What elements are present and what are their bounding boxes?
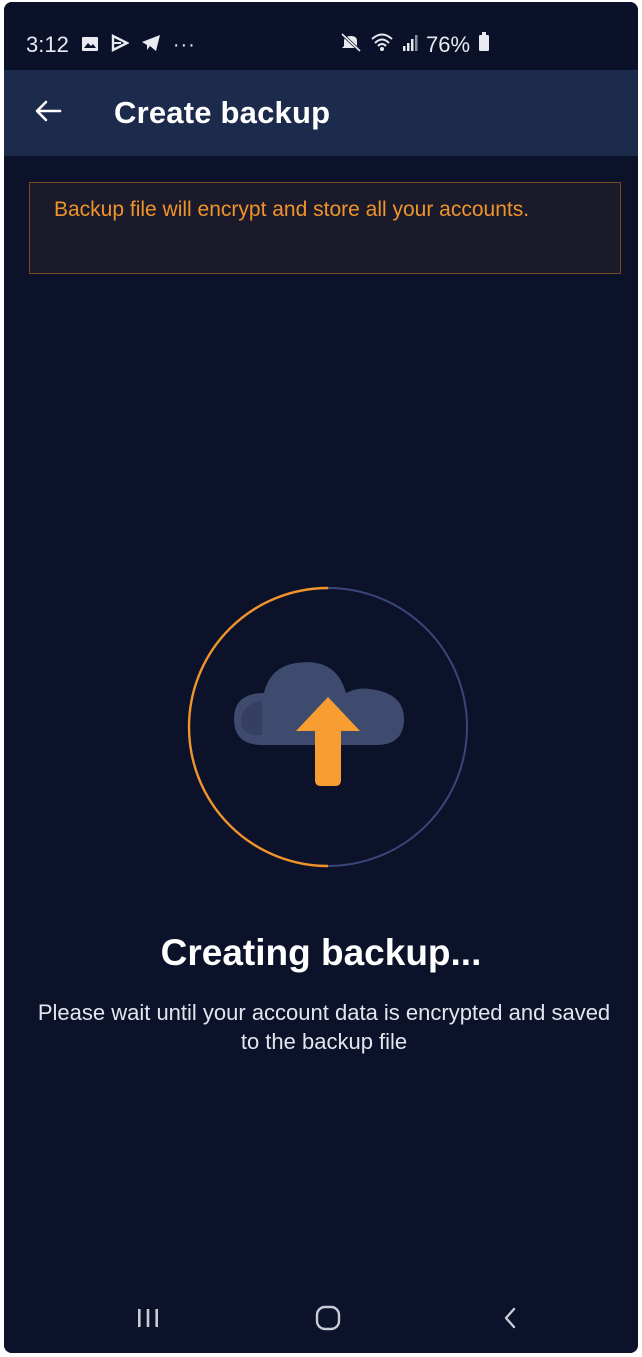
mute-icon [340, 32, 362, 58]
page-title: Create backup [114, 95, 331, 130]
info-notice: Backup file will encrypt and store all y… [29, 182, 621, 274]
creating-backup-message: Please wait until your account data is e… [37, 1000, 611, 1054]
status-left: 3:12 ··· [26, 32, 196, 58]
gallery-icon [81, 32, 99, 58]
signal-icon [402, 32, 418, 58]
telegram-icon [141, 32, 161, 58]
home-button[interactable] [298, 1300, 358, 1340]
status-time: 3:12 [26, 32, 69, 57]
status-bar: 3:12 ··· 76% [4, 2, 638, 70]
recent-apps-icon [136, 1307, 160, 1334]
back-button[interactable] [24, 89, 72, 137]
system-nav-bar [4, 1286, 638, 1353]
wifi-icon [370, 32, 394, 58]
status-more-dots: ··· [172, 33, 196, 56]
battery-percent: 76% [426, 32, 471, 57]
creating-backup-title: Creating backup... [160, 932, 482, 973]
app-bar: Create backup [4, 70, 638, 156]
home-icon [314, 1305, 342, 1336]
nav-back-button[interactable] [480, 1300, 540, 1340]
back-icon [501, 1306, 519, 1335]
notice-text: Backup file will encrypt and store all y… [54, 198, 530, 221]
battery-icon [478, 32, 490, 58]
recent-apps-button[interactable] [118, 1300, 178, 1340]
phone-screen: 3:12 ··· 76% Create backup Backup file w… [4, 2, 638, 1353]
status-right: 76% [340, 32, 490, 58]
play-store-icon [111, 32, 130, 58]
backup-progress-indicator [186, 585, 470, 869]
cloud-upload-icon [234, 662, 404, 786]
back-arrow-icon [34, 99, 62, 128]
